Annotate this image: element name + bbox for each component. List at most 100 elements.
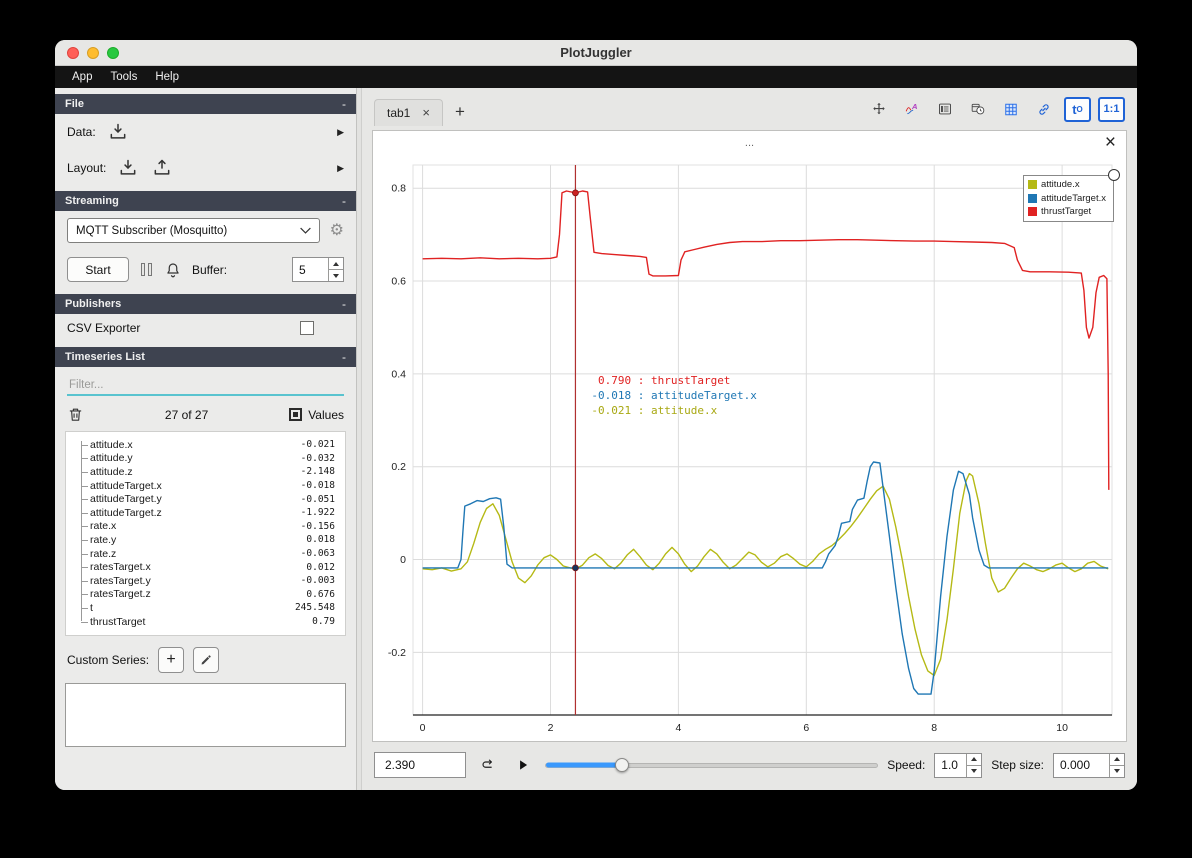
- speed-value: 1.0: [941, 758, 958, 772]
- legend-handle-icon[interactable]: [1108, 169, 1120, 181]
- save-layout-button[interactable]: [150, 157, 174, 179]
- plot-legend[interactable]: attitude.x attitudeTarget.x thrustTarget: [1023, 169, 1120, 222]
- data-expand-arrow-icon[interactable]: ▶: [337, 127, 344, 138]
- move-pan-button[interactable]: [866, 96, 892, 122]
- play-button[interactable]: [510, 752, 536, 778]
- timeseries-row[interactable]: ratesTarget.x 0.012: [81, 560, 341, 574]
- tab-close-icon[interactable]: ×: [422, 106, 430, 119]
- legend-item[interactable]: attitudeTarget.x: [1028, 192, 1106, 206]
- streaming-settings-button[interactable]: ⚙: [330, 222, 344, 239]
- bell-icon[interactable]: [164, 261, 182, 279]
- plot-close-button[interactable]: ×: [1105, 132, 1116, 154]
- values-checkbox-icon[interactable]: [289, 408, 303, 421]
- time-offset-button[interactable]: tO: [1064, 96, 1091, 122]
- timeseries-row[interactable]: attitude.x -0.021: [81, 438, 341, 452]
- one-to-one-button[interactable]: 1:1: [1098, 96, 1125, 122]
- timeseries-section-header[interactable]: Timeseries List -: [55, 347, 356, 367]
- edit-custom-series-button[interactable]: [193, 647, 220, 674]
- legend-item[interactable]: attitude.x: [1028, 178, 1106, 192]
- plot-widget[interactable]: ... × -0.2 0 0.2 0.4 0.6 0.8 0 2 4 6 8 10 0.790 : t…: [372, 130, 1127, 742]
- timeseries-row[interactable]: ratesTarget.z 0.676: [81, 588, 341, 602]
- spin-up-icon[interactable]: [1110, 754, 1124, 766]
- tab-label: tab1: [387, 106, 411, 120]
- load-layout-button[interactable]: [116, 157, 140, 179]
- timeseries-tree: attitude.x -0.021 attitude.y -0.032 atti…: [72, 438, 341, 628]
- spin-down-icon[interactable]: [967, 766, 981, 777]
- timeseries-row[interactable]: t 245.548: [81, 601, 341, 615]
- curve-style-button[interactable]: A: [899, 96, 925, 122]
- current-time-input[interactable]: [374, 752, 466, 778]
- layout-label: Layout:: [67, 161, 107, 175]
- add-custom-series-button[interactable]: +: [158, 647, 185, 674]
- collapse-icon[interactable]: -: [342, 351, 346, 363]
- timeseries-row[interactable]: rate.x -0.156: [81, 520, 341, 534]
- menu-item[interactable]: Tools: [101, 69, 146, 85]
- svg-text:8: 8: [931, 722, 937, 734]
- speed-spinner[interactable]: 1.0: [934, 752, 983, 778]
- spin-down-icon[interactable]: [329, 270, 343, 281]
- link-axes-button[interactable]: [1031, 96, 1057, 122]
- file-section-header[interactable]: File -: [55, 94, 356, 114]
- timeseries-name: ratesTarget.x: [90, 561, 151, 574]
- timeseries-row[interactable]: attitudeTarget.z -1.922: [81, 506, 341, 520]
- date-time-button[interactable]: [965, 96, 991, 122]
- plot-svg[interactable]: -0.2 0 0.2 0.4 0.6 0.8 0 2 4 6 8 10: [373, 155, 1126, 741]
- spin-up-icon[interactable]: [967, 754, 982, 766]
- filter-input[interactable]: [67, 376, 344, 396]
- timeseries-count: 27 of 27: [164, 407, 209, 422]
- start-button[interactable]: Start: [67, 257, 129, 282]
- timeseries-row[interactable]: rate.z -0.063: [81, 547, 341, 561]
- timeseries-name: rate.y: [90, 533, 117, 546]
- timeseries-row[interactable]: rate.y 0.018: [81, 533, 341, 547]
- timeseries-name: attitudeTarget.y: [90, 493, 162, 506]
- legend-item[interactable]: thrustTarget: [1028, 205, 1106, 219]
- streaming-source-select[interactable]: MQTT Subscriber (Mosquitto): [67, 218, 320, 243]
- menu-item[interactable]: Help: [146, 69, 188, 85]
- spin-down-icon[interactable]: [1110, 766, 1124, 777]
- streaming-section-header[interactable]: Streaming -: [55, 191, 356, 211]
- timeline-slider-handle[interactable]: [614, 758, 629, 772]
- timeseries-row[interactable]: ratesTarget.y -0.003: [81, 574, 341, 588]
- grid-view-button[interactable]: [998, 96, 1024, 122]
- csv-exporter-checkbox[interactable]: [300, 321, 314, 335]
- trash-icon[interactable]: [67, 406, 84, 423]
- timeseries-row[interactable]: thrustTarget 0.79: [81, 615, 341, 629]
- layout-expand-arrow-icon[interactable]: ▶: [337, 163, 344, 174]
- buffer-spinner[interactable]: 5: [292, 257, 344, 282]
- grid-icon: [1005, 103, 1017, 115]
- zoom-window-button[interactable]: [107, 46, 119, 59]
- timeseries-value: -2.148: [300, 466, 335, 478]
- load-data-button[interactable]: [106, 121, 130, 143]
- close-window-button[interactable]: [67, 46, 79, 59]
- data-list-button[interactable]: [932, 96, 958, 122]
- values-toggle[interactable]: Values: [289, 408, 344, 422]
- loop-button[interactable]: [475, 752, 501, 778]
- timeseries-value: -0.156: [300, 520, 335, 532]
- spin-up-icon[interactable]: [329, 258, 343, 270]
- timeline-slider[interactable]: [545, 754, 879, 776]
- tab-tab1[interactable]: tab1 ×: [374, 99, 443, 126]
- timeseries-value: 0.012: [306, 561, 335, 573]
- timeseries-name: ratesTarget.y: [90, 574, 151, 587]
- custom-series-list[interactable]: [65, 683, 346, 748]
- collapse-icon[interactable]: -: [342, 298, 346, 310]
- loop-icon: [482, 759, 492, 768]
- timeseries-row[interactable]: attitudeTarget.x -0.018: [81, 479, 341, 493]
- add-tab-button[interactable]: +: [451, 102, 473, 126]
- list-icon: [938, 103, 952, 115]
- collapse-icon[interactable]: -: [342, 195, 346, 207]
- timeseries-count-row: 27 of 27 Values: [55, 402, 356, 431]
- svg-text:A: A: [911, 102, 917, 111]
- timeseries-row[interactable]: attitude.y -0.032: [81, 452, 341, 466]
- timeseries-name: attitudeTarget.x: [90, 479, 162, 492]
- timeseries-row[interactable]: attitudeTarget.y -0.051: [81, 492, 341, 506]
- publishers-section-header[interactable]: Publishers -: [55, 294, 356, 314]
- pause-icon[interactable]: [139, 263, 154, 276]
- minimize-window-button[interactable]: [87, 46, 99, 59]
- collapse-icon[interactable]: -: [342, 98, 346, 110]
- menu-item[interactable]: App: [63, 69, 101, 85]
- svg-text:0: 0: [420, 722, 426, 734]
- plot-canvas[interactable]: -0.2 0 0.2 0.4 0.6 0.8 0 2 4 6 8 10 0.790 : thrustT…: [373, 155, 1126, 741]
- timeseries-row[interactable]: attitude.z -2.148: [81, 465, 341, 479]
- step-size-spinner[interactable]: 0.000: [1053, 752, 1125, 778]
